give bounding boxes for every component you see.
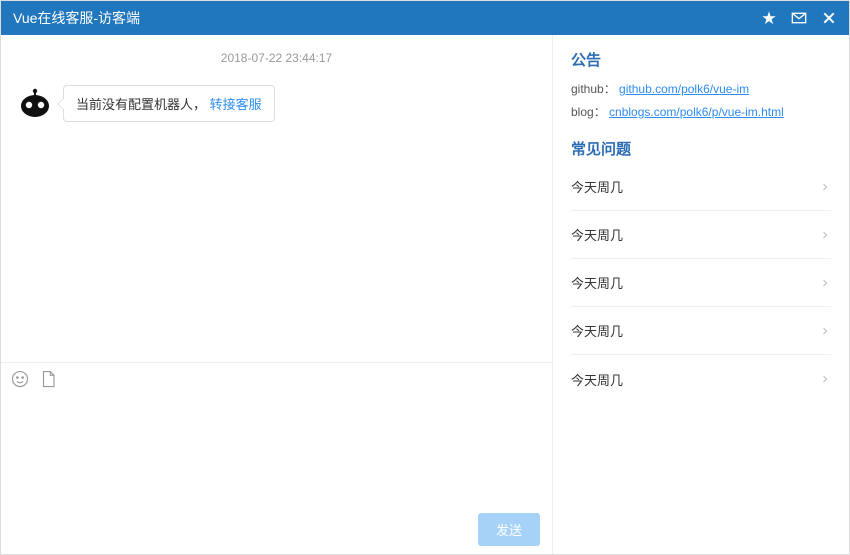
send-button[interactable]: 发送 bbox=[478, 513, 540, 546]
message-row: 当前没有配置机器人， 转接客服 bbox=[17, 85, 536, 122]
chat-timestamp: 2018-07-22 23:44:17 bbox=[17, 51, 536, 65]
window-title: Vue在线客服-访客端 bbox=[13, 8, 761, 28]
file-icon[interactable] bbox=[39, 370, 57, 388]
announcement-title: 公告 bbox=[571, 49, 831, 70]
chat-panel: 2018-07-22 23:44:17 当前没有配置机器人， 转接 bbox=[1, 35, 553, 554]
chevron-right-icon bbox=[819, 373, 831, 385]
message-bubble: 当前没有配置机器人， 转接客服 bbox=[63, 85, 275, 122]
message-input[interactable] bbox=[1, 395, 552, 505]
input-toolbar bbox=[1, 363, 552, 395]
chevron-right-icon bbox=[819, 325, 831, 337]
header-bar: Vue在线客服-访客端 bbox=[1, 1, 849, 35]
github-line: github： github.com/polk6/vue-im bbox=[571, 80, 831, 97]
input-area: 发送 bbox=[1, 362, 552, 554]
github-link[interactable]: github.com/polk6/vue-im bbox=[619, 82, 749, 96]
github-label: github： bbox=[571, 82, 616, 96]
chevron-right-icon bbox=[819, 181, 831, 193]
faq-list: 今天周几 今天周几 今天周几 今天周几 今天周几 bbox=[571, 163, 831, 403]
star-icon[interactable] bbox=[761, 10, 777, 26]
chevron-right-icon bbox=[819, 229, 831, 241]
faq-item-label: 今天周几 bbox=[571, 273, 623, 292]
faq-item-label: 今天周几 bbox=[571, 177, 623, 196]
close-icon[interactable] bbox=[821, 10, 837, 26]
blog-line: blog： cnblogs.com/polk6/p/vue-im.html bbox=[571, 103, 831, 120]
emoji-icon[interactable] bbox=[11, 370, 29, 388]
app-window: Vue在线客服-访客端 2018-07-22 23:44:17 bbox=[0, 0, 850, 555]
header-actions bbox=[761, 10, 837, 26]
faq-item[interactable]: 今天周几 bbox=[571, 355, 831, 403]
blog-label: blog： bbox=[571, 105, 606, 119]
faq-item-label: 今天周几 bbox=[571, 225, 623, 244]
send-row: 发送 bbox=[1, 505, 552, 554]
faq-item-label: 今天周几 bbox=[571, 321, 623, 340]
bot-avatar bbox=[17, 85, 53, 121]
mail-icon[interactable] bbox=[791, 10, 807, 26]
faq-item[interactable]: 今天周几 bbox=[571, 211, 831, 259]
message-text: 当前没有配置机器人， bbox=[76, 97, 206, 112]
transfer-agent-link[interactable]: 转接客服 bbox=[210, 97, 262, 112]
main-body: 2018-07-22 23:44:17 当前没有配置机器人， 转接 bbox=[1, 35, 849, 554]
chevron-right-icon bbox=[819, 277, 831, 289]
faq-item[interactable]: 今天周几 bbox=[571, 259, 831, 307]
faq-item-label: 今天周几 bbox=[571, 370, 623, 389]
faq-item[interactable]: 今天周几 bbox=[571, 307, 831, 355]
chat-messages: 2018-07-22 23:44:17 当前没有配置机器人， 转接 bbox=[1, 35, 552, 362]
faq-title: 常见问题 bbox=[571, 138, 831, 159]
side-panel: 公告 github： github.com/polk6/vue-im blog：… bbox=[553, 35, 849, 554]
blog-link[interactable]: cnblogs.com/polk6/p/vue-im.html bbox=[609, 105, 784, 119]
faq-item[interactable]: 今天周几 bbox=[571, 163, 831, 211]
